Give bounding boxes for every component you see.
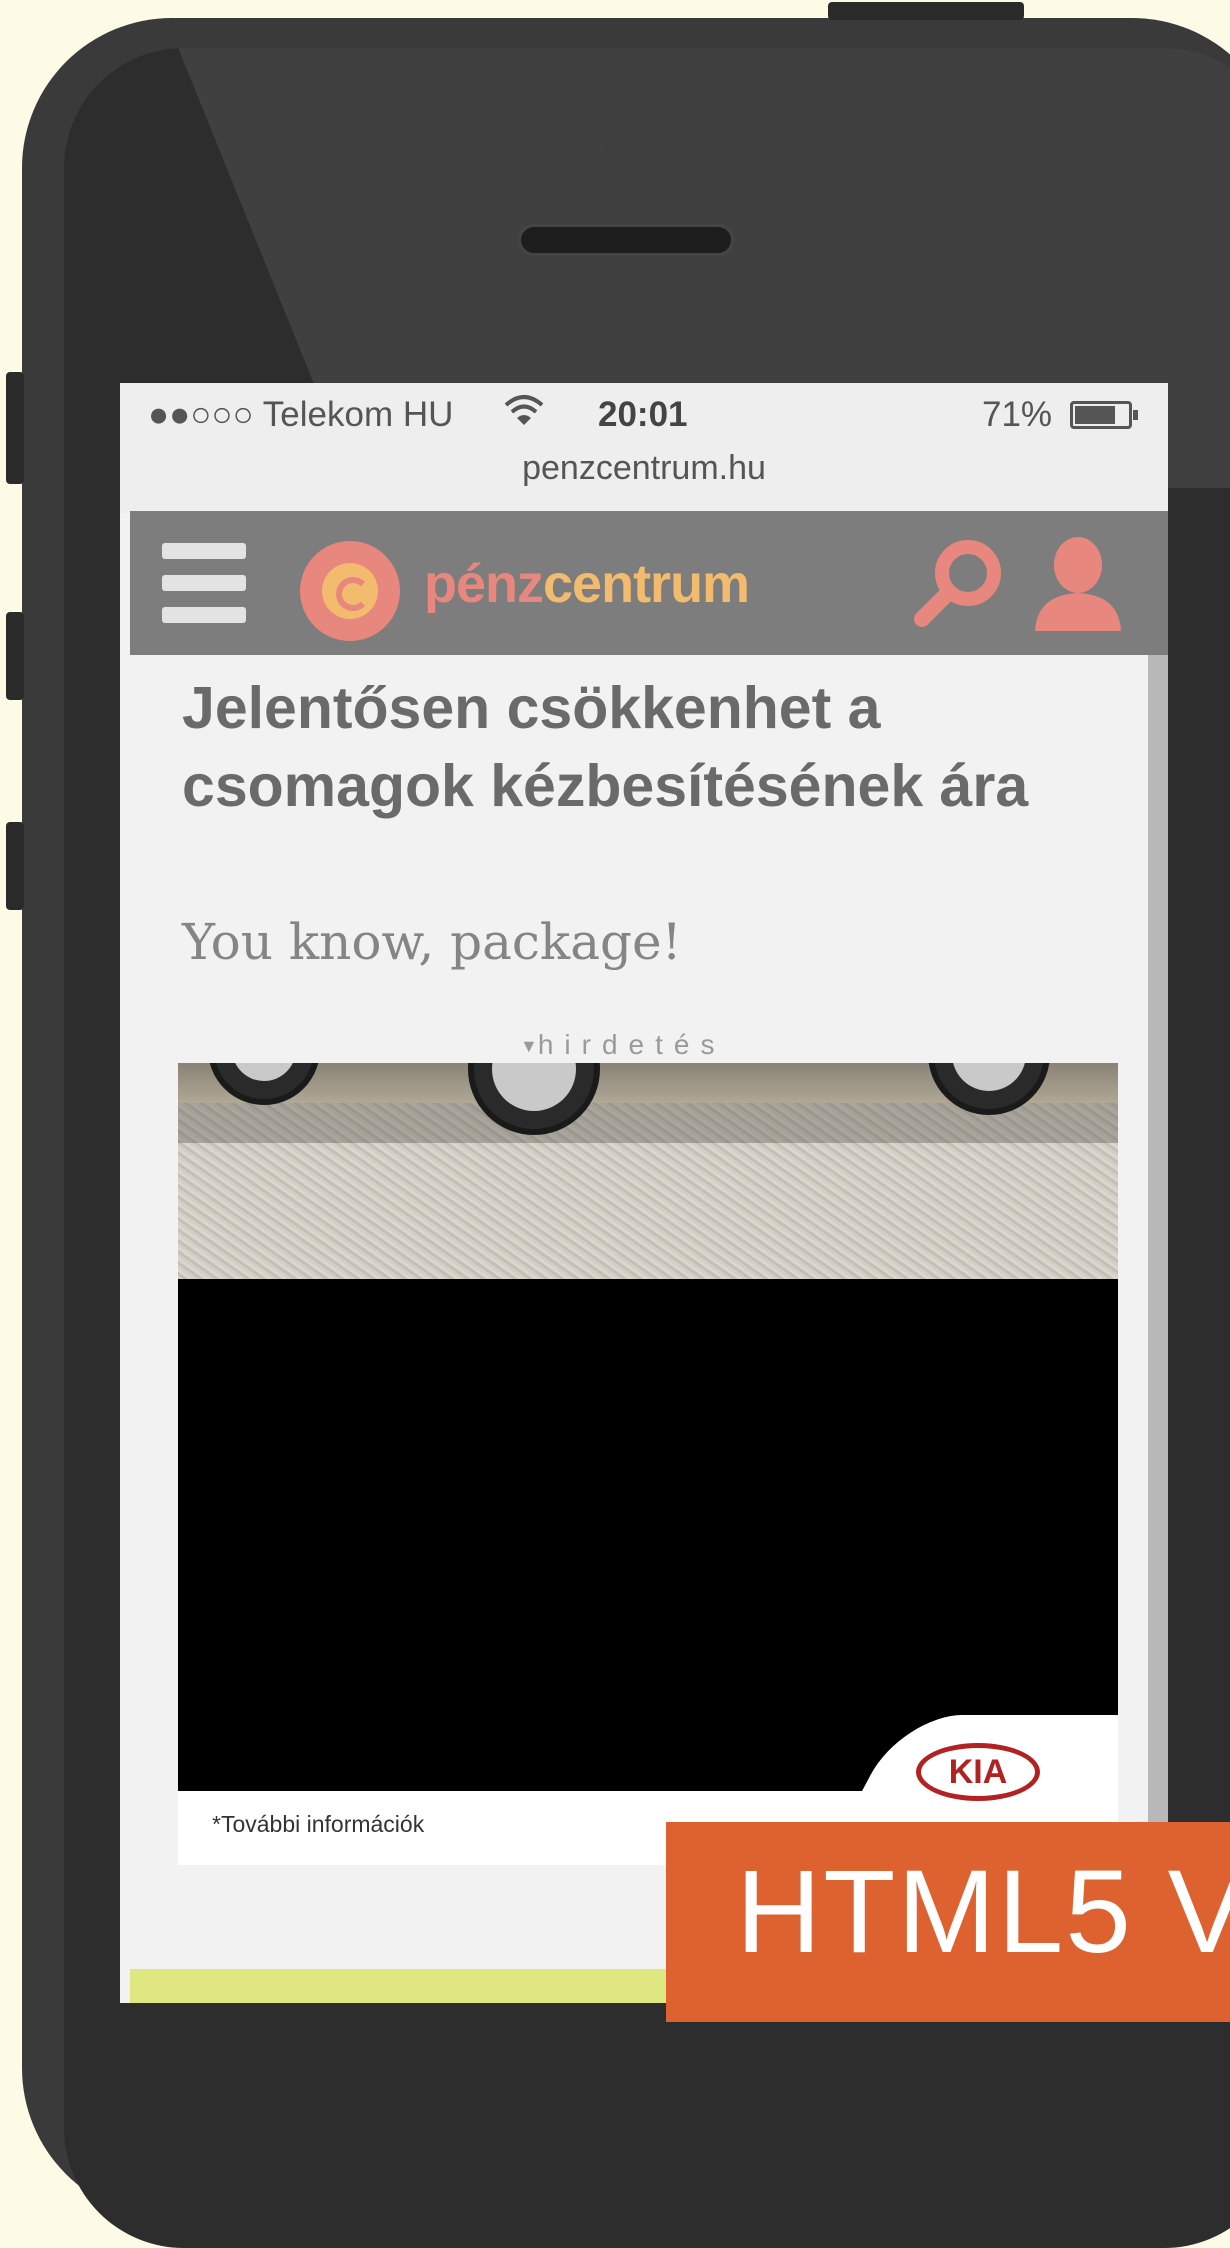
earpiece-speaker (518, 224, 734, 256)
volume-down-button (6, 822, 24, 910)
advertisement[interactable]: KIA *További információk (178, 1063, 1118, 1865)
ad-car-photo (178, 1063, 1118, 1279)
wifi-icon (504, 393, 544, 438)
clock: 20:01 (598, 395, 688, 434)
site-logo-text[interactable]: pénzcentrum (424, 553, 750, 615)
power-button (828, 2, 1024, 20)
mute-switch (6, 372, 24, 484)
ad-label-text: hirdetés (537, 1029, 726, 1060)
overlay-banner: HTML5 V (666, 1822, 1230, 2022)
battery-icon (1070, 401, 1138, 429)
battery-percent: 71% (982, 395, 1053, 434)
phone-screen: ●●○○○ Telekom HU 20:01 71% penzcentrum.h… (120, 383, 1168, 2003)
ad-more-info-link[interactable]: *További információk (212, 1811, 424, 1838)
hamburger-menu-icon[interactable] (162, 543, 246, 627)
ad-label: ▼hirdetés (520, 1029, 725, 1061)
status-bar: ●●○○○ Telekom HU 20:01 71% penzcentrum.h… (120, 383, 1168, 513)
overlay-banner-text: HTML5 V (736, 1846, 1230, 1978)
user-icon[interactable] (1035, 533, 1121, 633)
carrier-label: ●●○○○ Telekom HU (148, 395, 454, 434)
search-icon[interactable] (910, 533, 1010, 633)
front-camera (605, 120, 649, 164)
site-header: pénzcentrum (130, 511, 1168, 655)
volume-up-button (6, 612, 24, 700)
address-bar-url[interactable]: penzcentrum.hu (120, 449, 1168, 488)
article-subheadline: You know, package! (182, 913, 682, 971)
logo-text-part1: pénz (424, 554, 544, 614)
logo-text-part2: centrum (543, 554, 750, 614)
logo-icon[interactable] (300, 541, 400, 641)
caret-down-icon: ▼ (520, 1036, 538, 1057)
kia-logo: KIA (916, 1743, 1040, 1801)
article-headline[interactable]: Jelentősen csökkenhet a csomagok kézbesí… (182, 669, 1082, 825)
